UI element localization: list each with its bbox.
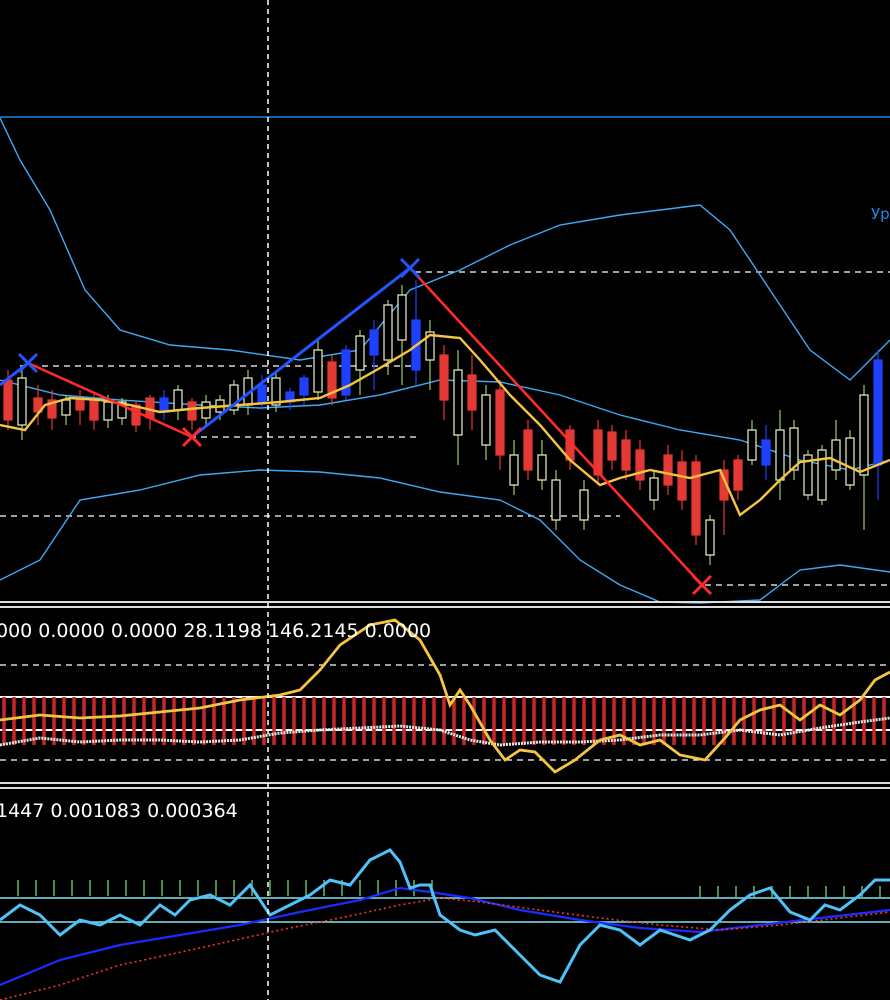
candle-body[interactable] [747, 429, 757, 461]
candle-body[interactable] [481, 394, 491, 446]
candle-body[interactable] [859, 394, 869, 476]
candle-body[interactable] [649, 477, 659, 501]
candle-body[interactable] [173, 389, 183, 411]
corner-label: Ур [871, 205, 890, 223]
candle-body[interactable] [355, 335, 365, 371]
candle-body[interactable] [61, 399, 71, 416]
candle-body[interactable] [677, 461, 687, 501]
candle-body[interactable] [635, 449, 645, 481]
candle-body[interactable] [187, 401, 197, 421]
candle-body[interactable] [663, 454, 673, 486]
candle-body[interactable] [313, 349, 323, 393]
trading-chart: 000 0.0000 0.0000 28.1198 146.2145 0.000… [0, 0, 890, 1000]
candle-body[interactable] [369, 329, 379, 356]
candle-body[interactable] [551, 479, 561, 521]
candle-body[interactable] [607, 431, 617, 461]
candle-body[interactable] [159, 397, 169, 413]
candle-body[interactable] [453, 369, 463, 436]
candle-body[interactable] [495, 389, 505, 456]
candle-body[interactable] [201, 401, 211, 419]
candle-body[interactable] [103, 401, 113, 421]
candle-body[interactable] [705, 519, 715, 556]
candle-body[interactable] [439, 354, 449, 401]
candle-body[interactable] [397, 294, 407, 341]
candle-body[interactable] [691, 461, 701, 536]
candle-body[interactable] [467, 374, 477, 411]
candle-body[interactable] [621, 439, 631, 471]
candle-body[interactable] [579, 489, 589, 521]
candle-body[interactable] [761, 439, 771, 466]
candle-body[interactable] [509, 454, 519, 486]
indicator-1-values: 000 0.0000 0.0000 28.1198 146.2145 0.000… [0, 620, 431, 642]
candle-body[interactable] [383, 304, 393, 361]
indicator-2-values: 1447 0.001083 0.000364 [0, 800, 238, 822]
candle-body[interactable] [775, 429, 785, 481]
candle-body[interactable] [873, 359, 883, 466]
candle-body[interactable] [831, 439, 841, 471]
chart-background [0, 0, 890, 1000]
candle-body[interactable] [17, 377, 27, 426]
candle-body[interactable] [845, 437, 855, 486]
candle-body[interactable] [89, 399, 99, 421]
candle-body[interactable] [257, 384, 267, 403]
candle-body[interactable] [537, 454, 547, 481]
candle-body[interactable] [523, 429, 533, 471]
candle-body[interactable] [3, 379, 13, 421]
candle-body[interactable] [299, 377, 309, 396]
candle-body[interactable] [733, 459, 743, 491]
